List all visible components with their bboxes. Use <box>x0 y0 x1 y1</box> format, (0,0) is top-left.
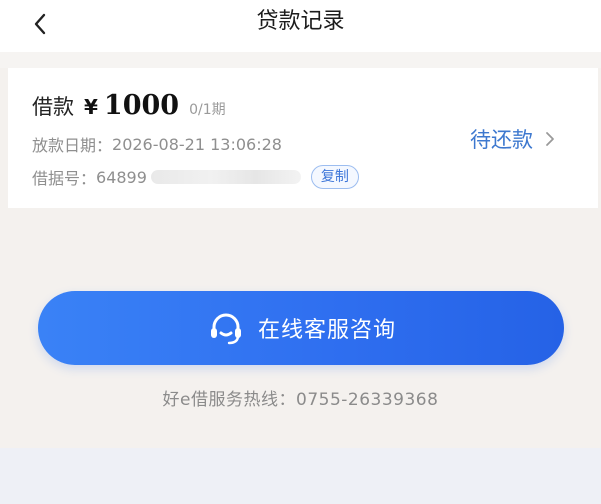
online-service-button[interactable]: 在线客服咨询 <box>38 291 564 365</box>
header-separator <box>0 52 601 68</box>
disbursement-date-row: 放款日期： 2026-08-21 13:06:28 <box>32 132 282 156</box>
receipt-number-row: 借据号： 64899 复制 <box>32 164 359 190</box>
service-hotline: 好e借服务热线：0755-26339368 <box>162 390 439 410</box>
page-title: 贷款记录 <box>256 9 345 34</box>
loan-label: 借款 <box>32 95 74 119</box>
date-value: 2026-08-21 13:06:28 <box>112 134 282 154</box>
top-nav-bar: 贷款记录 <box>0 0 601 52</box>
loan-title-row: 借款 ¥ 1000 0/1期 <box>32 90 226 126</box>
bottom-area <box>0 448 601 504</box>
loan-amount: 1000 <box>103 90 180 121</box>
loan-record-card[interactable]: 借款 ¥ 1000 0/1期 放款日期： 2026-08-21 13:06:28… <box>8 68 598 208</box>
repayment-status-link[interactable]: 待还款 <box>470 124 555 154</box>
currency-symbol: ¥ <box>84 95 98 119</box>
loan-term: 0/1期 <box>189 102 226 118</box>
receipt-number-label: 借据号： <box>32 169 97 188</box>
date-label: 放款日期： <box>32 136 113 155</box>
redacted-receipt-digits <box>150 170 301 184</box>
receipt-number-value: 64899 <box>96 167 147 187</box>
online-service-label: 在线客服咨询 <box>257 318 396 343</box>
chevron-left-icon <box>34 13 46 35</box>
chevron-right-icon <box>546 132 554 146</box>
repayment-status: 待还款 <box>470 128 533 152</box>
copy-button[interactable]: 复制 <box>310 165 359 189</box>
headset-icon <box>206 308 246 348</box>
back-button[interactable] <box>22 6 58 42</box>
